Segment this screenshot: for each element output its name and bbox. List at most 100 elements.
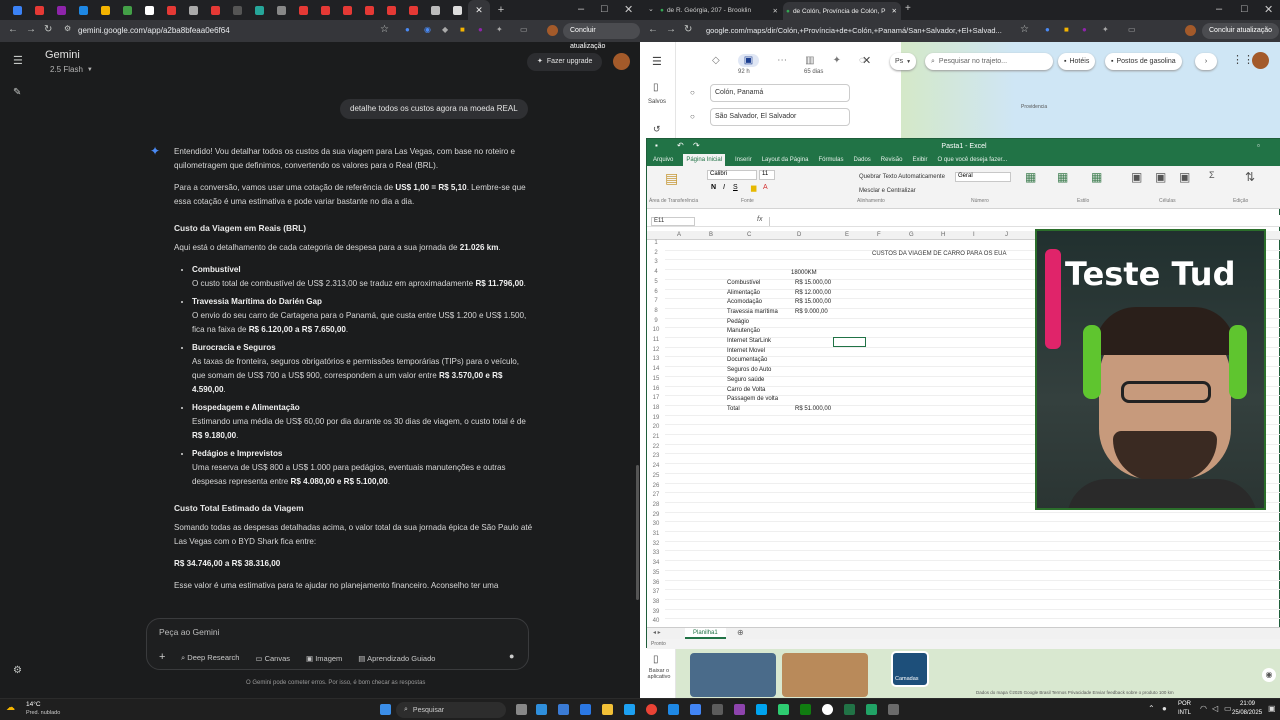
- row-header[interactable]: 35: [647, 570, 665, 576]
- deep-research-button[interactable]: ⌕ Deep Research: [181, 653, 239, 663]
- row-header[interactable]: 29: [647, 512, 665, 518]
- windows-start-icon[interactable]: [380, 704, 391, 715]
- train-icon[interactable]: ▥: [805, 55, 814, 66]
- insert-cells-icon[interactable]: ▣: [1131, 170, 1142, 184]
- history-icon[interactable]: ↺: [653, 124, 661, 135]
- url-field[interactable]: google.com/maps/dir/Colón,+Província+de+…: [706, 26, 1006, 35]
- extension-icon[interactable]: ■: [460, 25, 465, 34]
- route-search-box[interactable]: ⌕ Pesquisar no trajeto...: [925, 53, 1053, 70]
- cost-label-cell[interactable]: Internet Movel: [727, 348, 765, 354]
- extensions-puzzle-icon[interactable]: ✦: [1102, 25, 1109, 34]
- tab-icon[interactable]: [292, 0, 314, 20]
- row-header[interactable]: 7: [647, 298, 665, 304]
- phone-icon[interactable]: ▯: [653, 654, 659, 665]
- km-cell[interactable]: 18000KM: [791, 270, 817, 276]
- app-icon[interactable]: [822, 704, 833, 715]
- new-chat-icon[interactable]: ✎: [13, 87, 21, 98]
- row-header[interactable]: 17: [647, 395, 665, 401]
- hotels-chip[interactable]: ▪ Hotéis: [1058, 53, 1096, 70]
- wifi-icon[interactable]: ◠: [1200, 704, 1207, 713]
- app-icon[interactable]: [580, 704, 591, 715]
- cost-value-cell[interactable]: R$ 9.000,00: [795, 309, 828, 315]
- tab-icon[interactable]: [446, 0, 468, 20]
- tab-icon[interactable]: [226, 0, 248, 20]
- model-selector[interactable]: 2.5 Flash ▼: [50, 65, 93, 74]
- column-header[interactable]: G: [909, 232, 914, 238]
- tray-icon[interactable]: ●: [1162, 704, 1167, 713]
- extension-icon[interactable]: ●: [1082, 25, 1087, 34]
- close-directions-icon[interactable]: ✕: [862, 54, 871, 67]
- font-name-box[interactable]: Calibri: [707, 170, 757, 180]
- row-header[interactable]: 26: [647, 483, 665, 489]
- app-icon[interactable]: [888, 704, 899, 715]
- site-settings-icon[interactable]: ⚙: [64, 24, 71, 33]
- row-header[interactable]: 19: [647, 415, 665, 421]
- app-icon[interactable]: [668, 704, 679, 715]
- fx-icon[interactable]: fx: [757, 216, 762, 223]
- cost-value-cell[interactable]: R$ 12.000,00: [795, 290, 831, 296]
- transit-icon[interactable]: ⋯: [777, 55, 787, 66]
- cost-label-cell[interactable]: Acomodação: [727, 299, 762, 305]
- destination-input[interactable]: São Salvador, El Salvador: [710, 108, 850, 126]
- tab-home[interactable]: Página Inicial: [683, 154, 726, 166]
- tab-icon[interactable]: [72, 0, 94, 20]
- tab-data[interactable]: Dados: [853, 154, 870, 166]
- row-header[interactable]: 33: [647, 550, 665, 556]
- reload-icon[interactable]: ↻: [44, 24, 52, 35]
- row-header[interactable]: 40: [647, 618, 665, 624]
- new-tab-icon[interactable]: +: [905, 3, 911, 14]
- tell-me-box[interactable]: O que você deseja fazer...: [938, 154, 1008, 166]
- row-header[interactable]: 22: [647, 444, 665, 450]
- prompt-input[interactable]: Peça ao Gemini: [159, 627, 219, 637]
- row-header[interactable]: 5: [647, 279, 665, 285]
- row-header[interactable]: 30: [647, 521, 665, 527]
- italic-button[interactable]: I: [723, 184, 725, 191]
- extension-icon[interactable]: ●: [405, 25, 410, 34]
- photo-thumbnail[interactable]: [782, 653, 868, 697]
- settings-gear-icon[interactable]: ⚙: [13, 665, 22, 676]
- tab-icon[interactable]: [28, 0, 50, 20]
- forward-icon[interactable]: →: [666, 24, 676, 35]
- clock-date[interactable]: 25/08/2025: [1232, 710, 1262, 716]
- cost-label-cell[interactable]: Internet StarLink: [727, 338, 771, 344]
- gas-stations-chip[interactable]: ▪ Postos de gasolina: [1105, 53, 1182, 70]
- profile-avatar[interactable]: [547, 25, 558, 36]
- row-header[interactable]: 13: [647, 356, 665, 362]
- add-icon[interactable]: +: [159, 651, 165, 663]
- extension-icon[interactable]: ◉: [424, 25, 431, 34]
- canvas-button[interactable]: ▭ Canvas: [255, 654, 290, 663]
- row-header[interactable]: 20: [647, 424, 665, 430]
- microphone-icon[interactable]: ●: [509, 651, 514, 661]
- tab-review[interactable]: Revisão: [881, 154, 903, 166]
- app-icon[interactable]: [690, 704, 701, 715]
- minimize-icon[interactable]: –: [1216, 3, 1222, 15]
- autosum-icon[interactable]: Σ: [1209, 170, 1215, 180]
- font-size-box[interactable]: 11: [759, 170, 775, 180]
- extensions-puzzle-icon[interactable]: ✦: [496, 25, 503, 34]
- delete-cells-icon[interactable]: ▣: [1155, 170, 1166, 184]
- extension-icon[interactable]: ●: [478, 25, 483, 34]
- cost-label-cell[interactable]: Carro de Volta: [727, 387, 765, 393]
- cost-label-cell[interactable]: Manutenção: [727, 328, 760, 334]
- row-header[interactable]: 6: [647, 289, 665, 295]
- maximize-icon[interactable]: □: [1241, 3, 1248, 15]
- tab-icon[interactable]: [336, 0, 358, 20]
- menu-icon[interactable]: ☰: [652, 55, 662, 68]
- mode-dropdown[interactable]: Ps ▼: [890, 53, 917, 70]
- layers-button[interactable]: Camadas: [891, 651, 929, 687]
- row-header[interactable]: 27: [647, 492, 665, 498]
- active-tab-close-icon[interactable]: ✕: [468, 0, 490, 20]
- row-header[interactable]: 37: [647, 589, 665, 595]
- new-tab-icon[interactable]: +: [490, 0, 512, 20]
- maximize-icon[interactable]: □: [601, 3, 608, 15]
- row-header[interactable]: 25: [647, 473, 665, 479]
- paste-icon[interactable]: ▤: [665, 170, 678, 187]
- column-header[interactable]: H: [941, 232, 945, 238]
- row-header[interactable]: 12: [647, 347, 665, 353]
- tab-formulas[interactable]: Fórmulas: [818, 154, 843, 166]
- row-header[interactable]: 21: [647, 434, 665, 440]
- image-button[interactable]: ▣ Imagem: [306, 654, 342, 663]
- close-window-icon[interactable]: ✕: [624, 3, 633, 16]
- underline-button[interactable]: S: [733, 184, 738, 191]
- tab-icon[interactable]: [94, 0, 116, 20]
